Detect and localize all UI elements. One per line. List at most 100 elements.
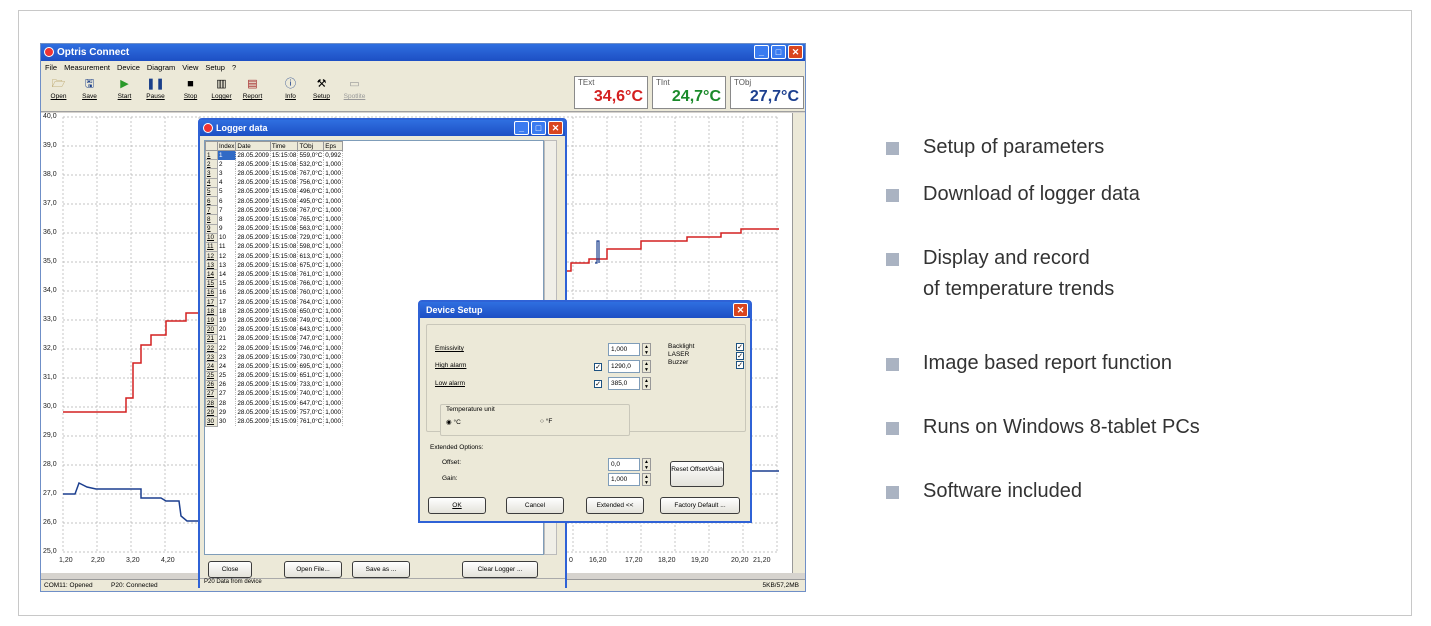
gain-input[interactable]: 1,000: [608, 473, 640, 486]
table-cell[interactable]: 532,0°C: [297, 159, 325, 169]
table-cell[interactable]: 15:15:09: [270, 398, 299, 408]
table-cell[interactable]: 28.05.2009: [235, 233, 271, 243]
table-cell[interactable]: 15:15:08: [270, 269, 299, 280]
info-button[interactable]: ⓘ Info: [277, 78, 304, 108]
table-cell[interactable]: 1,000: [323, 205, 344, 215]
table-cell[interactable]: 767,0°C: [297, 168, 325, 179]
table-cell[interactable]: 15:15:08: [270, 279, 299, 289]
open-file-button[interactable]: Open File...: [284, 561, 342, 578]
table-cell[interactable]: 1,000: [323, 334, 344, 344]
table-row[interactable]: 22 22 28.05.2009 15:15:09 746,0°C 1,000: [205, 342, 344, 354]
table-row[interactable]: 25 25 28.05.2009 15:15:09 651,0°C 1,000: [205, 370, 344, 381]
close-button[interactable]: Close: [208, 561, 252, 578]
table-cell[interactable]: 28.05.2009: [235, 288, 271, 298]
row-header[interactable]: 13: [205, 260, 218, 271]
table-cell[interactable]: 28.05.2009: [235, 224, 271, 234]
row-header[interactable]: 8: [205, 214, 218, 225]
table-cell[interactable]: 1,000: [323, 416, 344, 427]
table-row[interactable]: 18 18 28.05.2009 15:15:08 650,0°C 1,000: [205, 306, 344, 317]
table-row[interactable]: 10 10 28.05.2009 15:15:08 729,0°C 1,000: [205, 232, 344, 243]
table-cell[interactable]: 1,000: [323, 187, 344, 197]
table-row[interactable]: 11 11 28.05.2009 15:15:08 598,0°C 1,000: [205, 241, 344, 253]
table-row[interactable]: 21 21 28.05.2009 15:15:08 747,0°C 1,000: [205, 333, 344, 344]
table-cell[interactable]: 0,992: [323, 150, 344, 160]
table-cell[interactable]: 15:15:08: [270, 150, 299, 160]
table-cell[interactable]: 28.05.2009: [235, 343, 271, 353]
table-cell[interactable]: 28.05.2009: [235, 416, 271, 427]
table-cell[interactable]: 15:15:08: [270, 306, 299, 316]
table-cell[interactable]: 3: [217, 168, 237, 179]
table-row[interactable]: 20 20 28.05.2009 15:15:08 643,0°C 1,000: [205, 324, 344, 335]
table-row[interactable]: 14 14 28.05.2009 15:15:08 761,0°C 1,000: [205, 269, 344, 280]
table-cell[interactable]: 15:15:08: [270, 315, 299, 326]
table-row[interactable]: 13 13 28.05.2009 15:15:08 675,0°C 1,000: [205, 260, 344, 271]
row-header[interactable]: 21: [205, 333, 218, 344]
start-button[interactable]: ▶ Start: [111, 78, 138, 108]
table-cell[interactable]: 15:15:09: [270, 343, 299, 353]
table-cell[interactable]: 12: [217, 251, 237, 261]
row-header[interactable]: 1: [205, 149, 218, 161]
table-row[interactable]: 3 3 28.05.2009 15:15:08 767,0°C 1,000: [205, 168, 344, 179]
table-cell[interactable]: 13: [217, 260, 237, 270]
table-cell[interactable]: 767,0°C: [297, 205, 325, 215]
table-cell[interactable]: 28.05.2009: [235, 159, 271, 169]
table-row[interactable]: 2 2 28.05.2009 15:15:08 532,0°C 1,000: [205, 159, 344, 170]
table-cell[interactable]: 695,0°C: [297, 361, 325, 371]
table-cell[interactable]: 28.05.2009: [235, 380, 271, 390]
table-cell[interactable]: 24: [217, 361, 237, 371]
table-cell[interactable]: 746,0°C: [297, 343, 325, 353]
table-cell[interactable]: 1,000: [323, 398, 344, 408]
table-cell[interactable]: 5: [217, 187, 237, 197]
table-row[interactable]: 24 24 28.05.2009 15:15:09 695,0°C 1,000: [205, 361, 344, 372]
table-row[interactable]: 9 9 28.05.2009 15:15:08 563,0°C 1,000: [205, 223, 344, 234]
table-cell[interactable]: 764,0°C: [297, 297, 325, 307]
menu-setup[interactable]: Setup: [205, 61, 225, 74]
table-cell[interactable]: 28.05.2009: [235, 178, 271, 188]
reset-offset-gain-button[interactable]: Reset Offset/Gain: [670, 461, 724, 487]
table-cell[interactable]: 650,0°C: [297, 306, 325, 316]
table-cell[interactable]: 760,0°C: [297, 288, 325, 298]
table-cell[interactable]: 15:15:09: [270, 361, 299, 371]
table-row[interactable]: 8 8 28.05.2009 15:15:08 765,0°C 1,000: [205, 214, 344, 225]
save-button[interactable]: 🖫 Save: [76, 78, 103, 108]
table-cell[interactable]: 1,000: [323, 343, 344, 353]
table-cell[interactable]: 21: [217, 334, 237, 344]
table-cell[interactable]: 1,000: [323, 233, 344, 243]
table-row[interactable]: 5 5 28.05.2009 15:15:08 496,0°C 1,000: [205, 186, 344, 197]
table-cell[interactable]: 740,0°C: [297, 389, 325, 399]
table-cell[interactable]: 613,0°C: [297, 251, 325, 261]
table-cell[interactable]: 2: [217, 159, 237, 169]
table-cell[interactable]: 15:15:09: [270, 416, 299, 427]
table-cell[interactable]: 15:15:09: [270, 371, 299, 381]
table-cell[interactable]: 15:15:08: [270, 325, 299, 335]
table-cell[interactable]: 647,0°C: [297, 398, 325, 408]
close-icon[interactable]: ✕: [788, 45, 803, 59]
backlight-checkbox[interactable]: ✓: [736, 343, 744, 351]
table-cell[interactable]: 17: [217, 297, 237, 307]
menu-diagram[interactable]: Diagram: [147, 61, 175, 74]
table-cell[interactable]: 4: [217, 178, 237, 188]
table-cell[interactable]: 28.05.2009: [235, 297, 271, 307]
pause-button[interactable]: ❚❚ Pause: [142, 78, 169, 108]
table-cell[interactable]: 1,000: [323, 224, 344, 234]
table-cell[interactable]: 761,0°C: [297, 269, 325, 280]
table-cell[interactable]: 28.05.2009: [235, 150, 271, 160]
row-header[interactable]: 29: [205, 407, 218, 418]
table-cell[interactable]: 749,0°C: [297, 315, 325, 326]
table-cell[interactable]: 25: [217, 371, 237, 381]
clear-logger-button[interactable]: Clear Logger ...: [462, 561, 538, 578]
table-row[interactable]: 17 17 28.05.2009 15:15:08 764,0°C 1,000: [205, 296, 344, 308]
row-header[interactable]: 15: [205, 278, 218, 289]
table-cell[interactable]: 28.05.2009: [235, 407, 271, 417]
table-cell[interactable]: 747,0°C: [297, 334, 325, 344]
table-cell[interactable]: 28.05.2009: [235, 389, 271, 399]
table-cell[interactable]: 766,0°C: [297, 279, 325, 289]
menu-device[interactable]: Device: [117, 61, 140, 74]
table-cell[interactable]: 28.05.2009: [235, 361, 271, 371]
low-alarm-checkbox[interactable]: ✓: [594, 380, 602, 388]
row-header[interactable]: 26: [205, 379, 218, 390]
offset-input[interactable]: 0,0: [608, 458, 640, 471]
table-row[interactable]: 23 23 28.05.2009 15:15:09 730,0°C 1,000: [205, 352, 344, 363]
table-row[interactable]: 16 16 28.05.2009 15:15:08 760,0°C 1,000: [205, 287, 344, 299]
table-cell[interactable]: 28.05.2009: [235, 196, 271, 206]
